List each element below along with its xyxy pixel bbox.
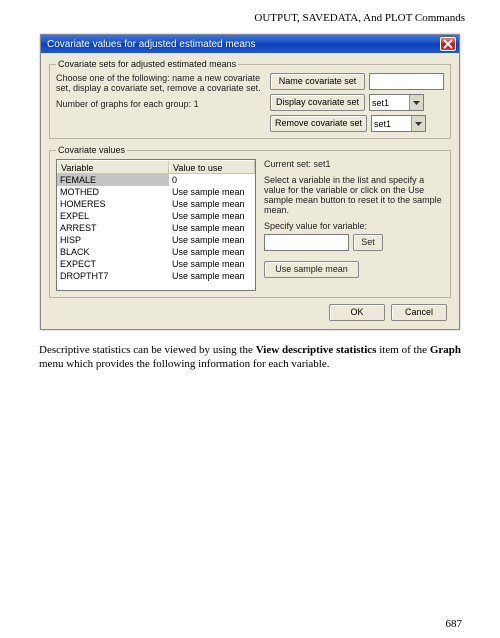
dialog-window: Covariate values for adjusted estimated …	[40, 34, 460, 330]
cell-value: Use sample mean	[169, 186, 255, 198]
close-icon[interactable]	[440, 37, 456, 51]
cell-value: 0	[169, 174, 255, 186]
cell-variable: EXPEL	[57, 210, 169, 222]
set-name-input[interactable]	[369, 73, 444, 90]
table-row[interactable]: HOMERESUse sample mean	[57, 198, 255, 210]
cell-value: Use sample mean	[169, 246, 255, 258]
cell-value: Use sample mean	[169, 258, 255, 270]
table-row[interactable]: MOTHEDUse sample mean	[57, 186, 255, 198]
cell-variable: BLACK	[57, 246, 169, 258]
display-set-value: set1	[372, 98, 389, 108]
cell-variable: HOMERES	[57, 198, 169, 210]
display-covariate-set-button[interactable]: Display covariate set	[270, 94, 365, 111]
covariate-table[interactable]: Variable Value to use FEMALE0MOTHEDUse s…	[56, 159, 256, 291]
specify-label: Specify value for variable:	[264, 221, 444, 231]
dialog-body: Covariate sets for adjusted estimated me…	[41, 53, 459, 329]
cell-value: Use sample mean	[169, 270, 255, 282]
remove-covariate-set-button[interactable]: Remove covariate set	[270, 115, 367, 132]
cell-variable: ARREST	[57, 222, 169, 234]
table-header: Variable Value to use	[57, 160, 255, 174]
table-row[interactable]: FEMALE0	[57, 174, 255, 186]
table-row[interactable]: BLACKUse sample mean	[57, 246, 255, 258]
ok-button[interactable]: OK	[329, 304, 385, 321]
titlebar: Covariate values for adjusted estimated …	[41, 35, 459, 53]
cell-variable: MOTHED	[57, 186, 169, 198]
help-text: Select a variable in the list and specif…	[264, 175, 444, 215]
table-row[interactable]: HISPUse sample mean	[57, 234, 255, 246]
col-header-value: Value to use	[169, 160, 255, 174]
instruction-text: Choose one of the following: name a new …	[56, 73, 262, 93]
covariate-values-legend: Covariate values	[56, 145, 127, 155]
remove-set-combo[interactable]: set1	[371, 115, 426, 132]
cell-variable: HISP	[57, 234, 169, 246]
use-sample-mean-button[interactable]: Use sample mean	[264, 261, 359, 278]
dialog-title: Covariate values for adjusted estimated …	[47, 39, 255, 50]
cell-variable: EXPECT	[57, 258, 169, 270]
body-paragraph: Descriptive statistics can be viewed by …	[35, 344, 465, 372]
covariate-values-group: Covariate values Variable Value to use F…	[49, 145, 451, 298]
current-set-label: Current set: set1	[264, 159, 444, 169]
cell-value: Use sample mean	[169, 198, 255, 210]
cell-value: Use sample mean	[169, 210, 255, 222]
cell-variable: DROPTHT7	[57, 270, 169, 282]
specify-value-input[interactable]	[264, 234, 349, 251]
col-header-variable: Variable	[57, 160, 169, 174]
chevron-down-icon[interactable]	[411, 116, 425, 131]
chevron-down-icon[interactable]	[409, 95, 423, 110]
display-set-combo[interactable]: set1	[369, 94, 424, 111]
table-row[interactable]: ARRESTUse sample mean	[57, 222, 255, 234]
cell-variable: FEMALE	[57, 174, 169, 186]
page-number: 687	[446, 618, 463, 630]
table-row[interactable]: EXPELUse sample mean	[57, 210, 255, 222]
table-row[interactable]: EXPECTUse sample mean	[57, 258, 255, 270]
cell-value: Use sample mean	[169, 222, 255, 234]
cell-value: Use sample mean	[169, 234, 255, 246]
covariate-sets-legend: Covariate sets for adjusted estimated me…	[56, 59, 238, 69]
remove-set-value: set1	[374, 119, 391, 129]
table-row[interactable]: DROPTHT7Use sample mean	[57, 270, 255, 282]
name-covariate-set-button[interactable]: Name covariate set	[270, 73, 365, 90]
num-graphs-label: Number of graphs for each group: 1	[56, 99, 262, 109]
set-button[interactable]: Set	[353, 234, 383, 251]
dialog-footer: OK Cancel	[49, 304, 451, 321]
cancel-button[interactable]: Cancel	[391, 304, 447, 321]
page-header: OUTPUT, SAVEDATA, And PLOT Commands	[35, 12, 465, 24]
covariate-sets-group: Covariate sets for adjusted estimated me…	[49, 59, 451, 139]
